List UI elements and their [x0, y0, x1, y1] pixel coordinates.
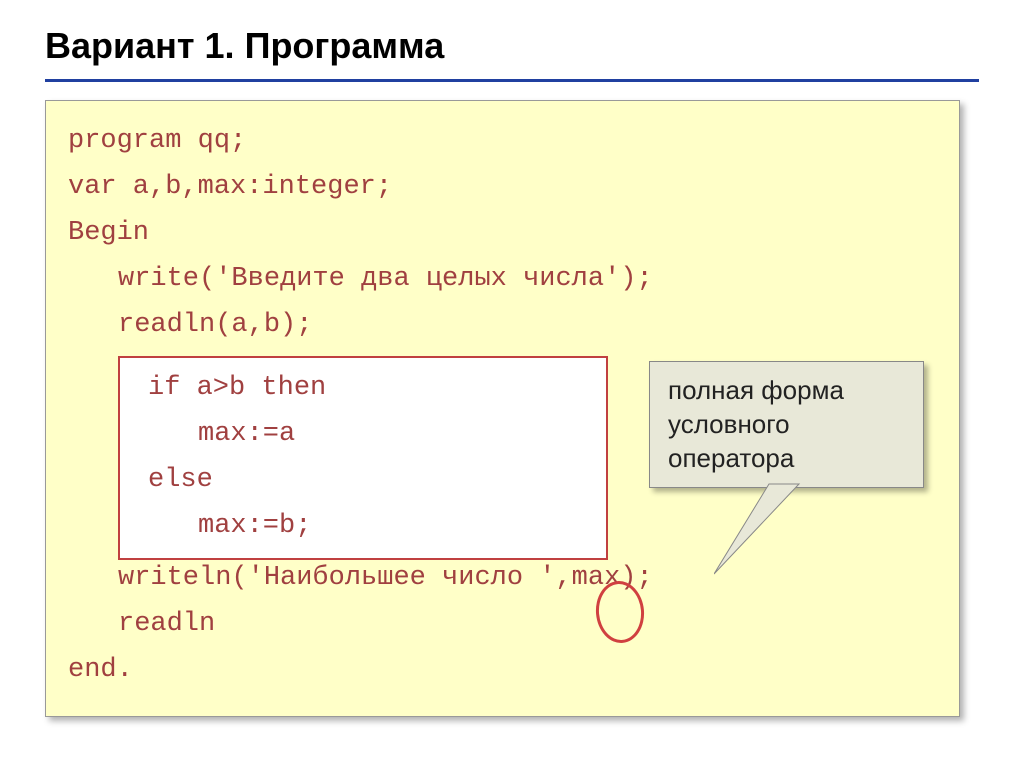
- code-line: program qq;: [68, 119, 937, 165]
- callout-text: полная форма условного оператора: [668, 375, 844, 473]
- code-line: end.: [68, 648, 937, 694]
- code-line: readln: [68, 602, 937, 648]
- code-line: Begin: [68, 211, 937, 257]
- title-underline: [45, 79, 979, 82]
- page-title: Вариант 1. Программа: [45, 25, 979, 67]
- code-line: readln(a,b);: [68, 303, 937, 349]
- highlighted-code-box: if a>b then max:=a else max:=b;: [118, 356, 608, 560]
- callout-box: полная форма условного оператора: [649, 361, 924, 488]
- code-container: program qq; var a,b,max:integer; Begin w…: [45, 100, 960, 717]
- code-line: else: [120, 458, 606, 504]
- code-line: write('Введите два целых числа');: [68, 257, 937, 303]
- code-line: max:=b;: [120, 504, 606, 550]
- code-line: if a>b then: [120, 366, 606, 412]
- code-line: var a,b,max:integer;: [68, 165, 937, 211]
- code-line: max:=a: [120, 412, 606, 458]
